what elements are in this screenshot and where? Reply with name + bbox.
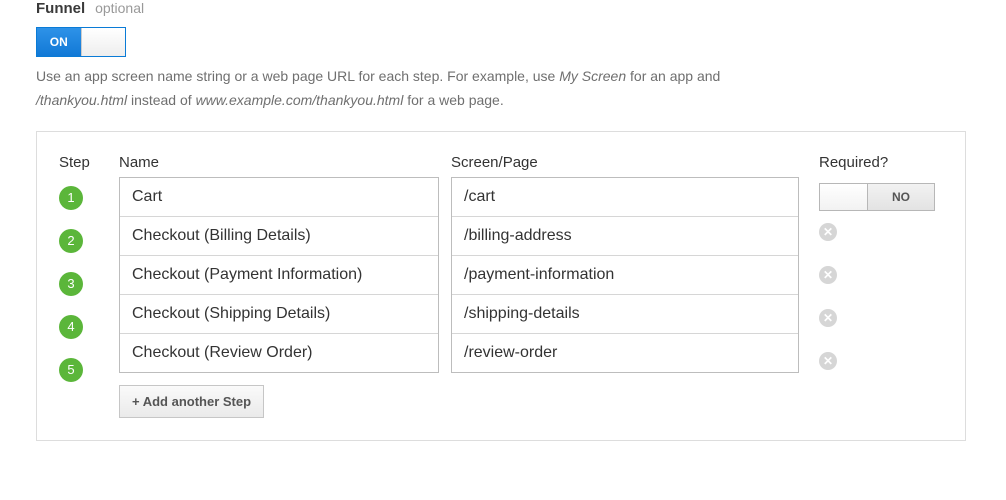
required-toggle[interactable]: NO	[819, 183, 935, 211]
remove-step-icon[interactable]: ✕	[819, 223, 837, 241]
required-toggle-blank	[820, 184, 868, 210]
funnel-toggle[interactable]: ON	[36, 27, 126, 57]
step-page-input[interactable]	[452, 178, 798, 216]
step-badge: 4	[59, 315, 83, 339]
funnel-steps-panel: Step Name Screen/Page Required? 1 2 3 4 …	[36, 131, 966, 441]
step-badge: 2	[59, 229, 83, 253]
toggle-off-side	[81, 28, 126, 56]
help-text: Use an app screen name string or a web p…	[36, 65, 956, 113]
step-badge: 5	[59, 358, 83, 382]
col-head-step: Step	[59, 154, 119, 177]
step-page-input[interactable]	[452, 255, 798, 294]
step-page-input[interactable]	[452, 294, 798, 333]
col-head-page: Screen/Page	[451, 154, 799, 177]
step-name-input[interactable]	[120, 216, 438, 255]
col-head-name: Name	[119, 154, 439, 177]
toggle-on-label: ON	[37, 28, 81, 56]
step-badge: 1	[59, 186, 83, 210]
step-page-input[interactable]	[452, 216, 798, 255]
step-name-input[interactable]	[120, 178, 438, 216]
remove-step-icon[interactable]: ✕	[819, 352, 837, 370]
step-name-input[interactable]	[120, 333, 438, 372]
col-head-required: Required?	[799, 154, 939, 177]
step-name-input[interactable]	[120, 255, 438, 294]
optional-label: optional	[95, 0, 144, 16]
remove-step-icon[interactable]: ✕	[819, 309, 837, 327]
section-title: Funnel	[36, 0, 85, 17]
add-step-button[interactable]: + Add another Step	[119, 385, 264, 418]
remove-step-icon[interactable]: ✕	[819, 266, 837, 284]
step-name-input[interactable]	[120, 294, 438, 333]
required-toggle-no-label: NO	[868, 184, 934, 210]
step-badge: 3	[59, 272, 83, 296]
step-page-input[interactable]	[452, 333, 798, 372]
